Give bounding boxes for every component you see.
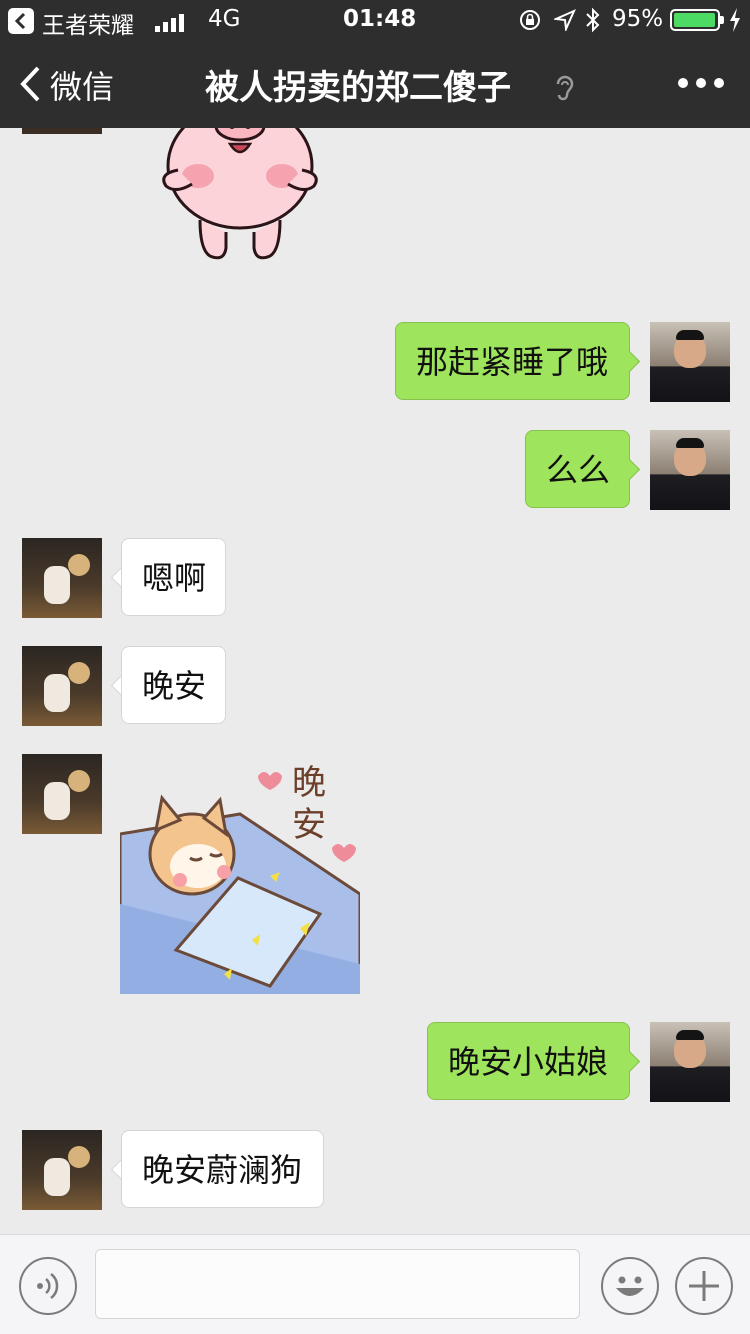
input-bar bbox=[0, 1234, 750, 1334]
message-text: 嗯啊 bbox=[142, 559, 207, 597]
rotation-lock-icon bbox=[520, 10, 540, 30]
message-text: 晚安 bbox=[142, 667, 207, 705]
plus-icon bbox=[689, 1271, 719, 1301]
location-icon bbox=[554, 9, 576, 31]
back-to-app-button[interactable] bbox=[8, 8, 34, 34]
message-text: 那赶紧睡了哦 bbox=[416, 343, 609, 381]
chat-title: 被人拐卖的郑二傻子 bbox=[205, 68, 511, 108]
battery-percent: 95% bbox=[612, 6, 664, 32]
contact-avatar[interactable] bbox=[22, 754, 102, 834]
shiba-sleeping-sticker[interactable]: 晚 安 bbox=[118, 754, 362, 996]
clock: 01:48 bbox=[343, 6, 417, 32]
message-text: 晚安蔚澜狗 bbox=[142, 1151, 303, 1189]
contact-message-bubble[interactable]: 晚安 bbox=[121, 646, 226, 724]
emoji-button[interactable] bbox=[601, 1257, 659, 1315]
back-label: 微信 bbox=[50, 68, 115, 106]
voice-icon bbox=[37, 1273, 59, 1299]
my-avatar[interactable] bbox=[650, 322, 730, 402]
contact-avatar[interactable] bbox=[22, 646, 102, 726]
my-message-bubble[interactable]: 晚安小姑娘 bbox=[427, 1022, 630, 1100]
ear-icon bbox=[556, 75, 574, 101]
status-bar: 王者荣耀 4G 01:48 95% bbox=[0, 0, 750, 40]
battery-icon bbox=[670, 9, 724, 31]
my-avatar[interactable] bbox=[650, 1022, 730, 1102]
message-input[interactable] bbox=[95, 1249, 580, 1319]
voice-button[interactable] bbox=[19, 1257, 77, 1315]
back-button[interactable]: 微信 bbox=[18, 58, 128, 110]
message-text: 晚安小姑娘 bbox=[448, 1043, 609, 1081]
back-app-label[interactable]: 王者荣耀 bbox=[42, 6, 134, 40]
emoji-icon bbox=[616, 1276, 644, 1296]
chat-area[interactable]: 那赶紧睡了哦 么么 嗯啊 晚安 晚 安 晚安小姑娘 晚安蔚澜狗 bbox=[0, 128, 750, 1234]
sticker-art: 晚 安 bbox=[118, 763, 362, 996]
contact-message-bubble[interactable]: 晚安蔚澜狗 bbox=[121, 1130, 324, 1208]
charging-icon bbox=[730, 8, 740, 32]
chevron-left-icon bbox=[20, 66, 40, 102]
bluetooth-icon bbox=[586, 7, 600, 33]
contact-avatar[interactable] bbox=[22, 128, 102, 134]
network-type: 4G bbox=[208, 6, 241, 32]
contact-avatar[interactable] bbox=[22, 538, 102, 618]
sticker-text-line1: 晚 bbox=[292, 763, 326, 803]
contact-avatar[interactable] bbox=[22, 1130, 102, 1210]
pig-sticker[interactable] bbox=[150, 128, 330, 284]
nav-bar: 微信 被人拐卖的郑二傻子 bbox=[0, 40, 750, 128]
sticker-text-line2: 安 bbox=[292, 805, 326, 845]
my-avatar[interactable] bbox=[650, 430, 730, 510]
chevron-left-icon bbox=[14, 12, 26, 30]
more-icon[interactable] bbox=[676, 76, 726, 90]
my-message-bubble[interactable]: 那赶紧睡了哦 bbox=[395, 322, 630, 400]
plus-button[interactable] bbox=[675, 1257, 733, 1315]
signal-icon bbox=[155, 12, 189, 32]
my-message-bubble[interactable]: 么么 bbox=[525, 430, 630, 508]
message-text: 么么 bbox=[546, 451, 611, 489]
contact-message-bubble[interactable]: 嗯啊 bbox=[121, 538, 226, 616]
